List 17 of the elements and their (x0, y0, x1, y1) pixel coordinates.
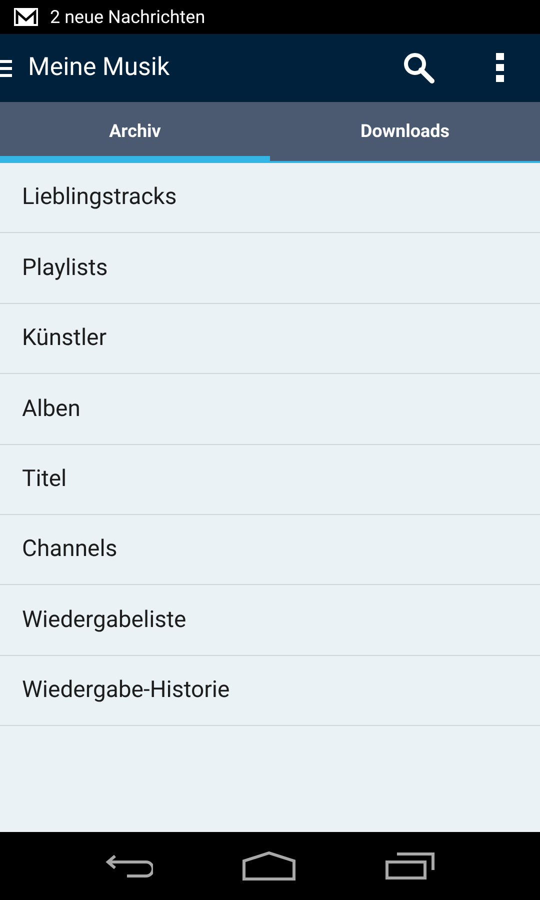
list-item[interactable]: Lieblingstracks (0, 163, 540, 234)
app-title: Meine Musik (28, 52, 171, 84)
list-item[interactable]: Channels (0, 514, 540, 586)
list-item[interactable]: Künstler (0, 304, 540, 374)
back-icon[interactable] (104, 852, 153, 880)
list-item[interactable]: Wiedergabeliste (0, 585, 540, 656)
recent-apps-icon[interactable] (385, 852, 436, 880)
notification-text: 2 neue Nachrichten (50, 6, 206, 30)
list-item[interactable]: Wiedergabe-Historie (0, 656, 540, 726)
menu-icon[interactable] (0, 58, 12, 78)
list-item[interactable]: Titel (0, 444, 540, 515)
list-item[interactable]: Playlists (0, 233, 540, 304)
mail-icon (14, 8, 38, 26)
home-icon[interactable] (242, 851, 296, 881)
list-item[interactable]: Alben (0, 374, 540, 445)
more-options-icon[interactable] (496, 53, 504, 83)
search-icon[interactable] (402, 51, 436, 85)
